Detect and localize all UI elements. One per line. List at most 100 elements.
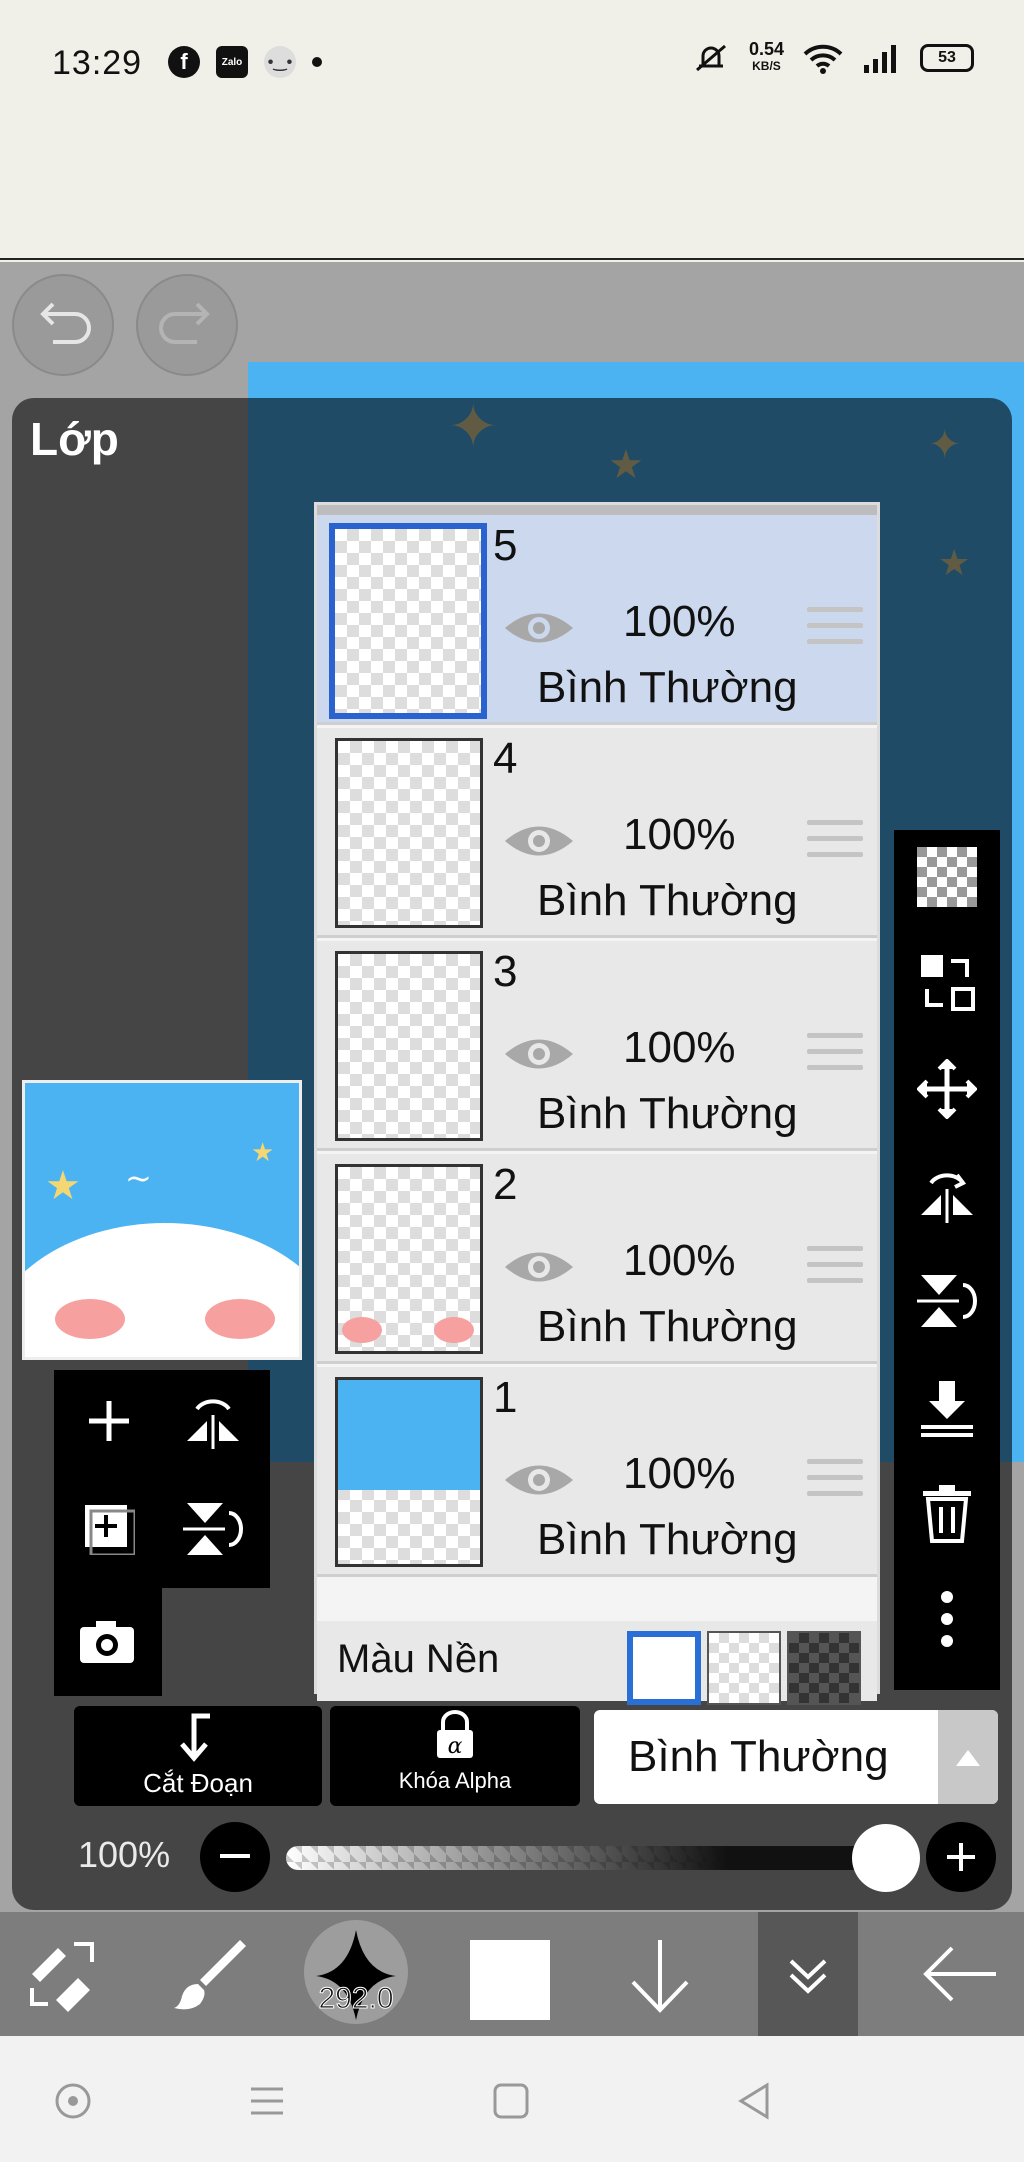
layer-opacity: 100% xyxy=(623,1449,736,1498)
drag-handle-icon[interactable] xyxy=(807,1033,863,1081)
layer-row-4[interactable]: 4 100% Bình Thường xyxy=(317,728,877,938)
screen: 13:29 f Zalo •‿• 0.54KB/S 53 ✦ ★ ✦ ★ xyxy=(0,0,1024,2162)
visibility-eye-icon[interactable] xyxy=(503,1033,575,1075)
status-bar: 13:29 f Zalo •‿• 0.54 KB/S 53 xyxy=(0,0,1024,260)
more-options-button[interactable] xyxy=(914,1586,980,1652)
canvas-preview[interactable]: ★ ★ ~ xyxy=(22,1080,302,1360)
layer-opacity: 100% xyxy=(623,810,736,859)
camera-button[interactable] xyxy=(72,1606,142,1676)
layer-down-button[interactable] xyxy=(610,1924,710,2024)
layer-number: 4 xyxy=(493,734,518,783)
clipping-arrow-icon xyxy=(180,1713,210,1762)
flip-horizontal-icon xyxy=(921,1173,973,1223)
nav-assistant-button[interactable] xyxy=(48,2076,98,2126)
blend-mode-value: Bình Thường xyxy=(628,1732,889,1781)
merge-down-button[interactable] xyxy=(914,1374,980,1440)
visibility-eye-icon[interactable] xyxy=(503,607,575,649)
plus-icon xyxy=(947,1843,975,1871)
layer-row-2[interactable]: 2 100% Bình Thường xyxy=(317,1154,877,1364)
blend-mode-select[interactable]: Bình Thường xyxy=(594,1710,998,1804)
flip-horizontal-icon xyxy=(187,1399,239,1449)
layer-opacity: 100% xyxy=(623,1023,736,1072)
add-special-layer-button[interactable] xyxy=(74,1494,144,1564)
flip-horizontal-button[interactable] xyxy=(914,1162,980,1228)
menu-lines-icon xyxy=(251,2087,283,2115)
flip-canvas-vertical-button[interactable] xyxy=(178,1494,248,1564)
visibility-eye-icon[interactable] xyxy=(503,1246,575,1288)
layer-row-5[interactable]: 5 100% Bình Thường xyxy=(317,515,877,725)
layer-number: 5 xyxy=(493,521,518,570)
layers-panel-toggle-button[interactable] xyxy=(758,1912,858,2036)
visibility-eye-icon[interactable] xyxy=(503,1459,575,1501)
layer-thumbnail xyxy=(335,738,483,928)
opacity-slider-track[interactable] xyxy=(286,1846,916,1870)
drag-handle-icon[interactable] xyxy=(807,820,863,868)
layer-row-1[interactable]: 1 100% Bình Thường xyxy=(317,1367,877,1577)
opacity-value: 100% xyxy=(78,1834,171,1875)
back-button[interactable] xyxy=(910,1924,1010,2024)
drag-handle-icon[interactable] xyxy=(807,607,863,655)
pen-eraser-toggle-button[interactable] xyxy=(12,1924,112,2024)
delete-layer-button[interactable] xyxy=(914,1480,980,1546)
redo-button[interactable] xyxy=(136,274,238,376)
minus-icon xyxy=(220,1854,250,1858)
drag-handle-icon[interactable] xyxy=(807,1459,863,1507)
flip-vertical-button[interactable] xyxy=(914,1268,980,1334)
layer-number: 3 xyxy=(493,947,518,996)
trash-icon xyxy=(923,1485,971,1543)
flip-canvas-horizontal-button[interactable] xyxy=(178,1386,248,1456)
layer-row-3[interactable]: 3 100% Bình Thường xyxy=(317,941,877,1151)
panel-title: Lớp xyxy=(30,413,119,465)
background-white-swatch[interactable] xyxy=(627,1631,701,1705)
notification-icons: f Zalo •‿• xyxy=(168,46,322,78)
move-button[interactable] xyxy=(914,1056,980,1122)
circle-dot-icon xyxy=(55,2083,91,2119)
add-layer-button[interactable] xyxy=(74,1386,144,1456)
zalo-icon: Zalo xyxy=(216,46,248,78)
layer-list-top xyxy=(317,505,877,515)
brush-size-button[interactable]: 292.0 xyxy=(304,1920,408,2024)
arrow-down-icon xyxy=(631,1940,689,2013)
opacity-slider-row: 100% xyxy=(0,1822,1024,1902)
flip-vertical-icon xyxy=(917,1275,977,1327)
nav-back-button[interactable] xyxy=(730,2076,780,2126)
double-chevron-down-icon xyxy=(789,1959,827,1994)
undo-icon xyxy=(40,302,91,344)
mute-bell-icon xyxy=(695,44,726,72)
swap-layer-button[interactable] xyxy=(914,950,980,1016)
alpha-lock-button[interactable]: α Khóa Alpha xyxy=(330,1706,580,1806)
messenger-icon: •‿• xyxy=(264,46,296,78)
clipping-button[interactable]: Cắt Đoạn xyxy=(74,1706,322,1806)
background-color-row: Màu Nền xyxy=(317,1621,877,1705)
checker-icon xyxy=(917,847,977,907)
layer-list[interactable]: 5 100% Bình Thường 4 100% Bình Thường 3 … xyxy=(314,502,880,1705)
move-arrows-icon xyxy=(917,1059,977,1119)
undo-button[interactable] xyxy=(12,274,114,376)
drag-handle-icon[interactable] xyxy=(807,1246,863,1294)
pen-eraser-swap-icon xyxy=(30,1942,94,2012)
nav-home-button[interactable] xyxy=(486,2076,536,2126)
camera-tool xyxy=(54,1586,162,1696)
layer-opacity: 100% xyxy=(623,597,736,646)
brush-size-value: 292.0 xyxy=(318,1982,394,2016)
nav-recents-button[interactable] xyxy=(242,2076,292,2126)
background-transparent-swatch[interactable] xyxy=(707,1631,781,1705)
layer-number: 2 xyxy=(493,1160,518,1209)
brush-tool-button[interactable] xyxy=(160,1924,260,2024)
layer-blend-mode: Bình Thường xyxy=(537,1302,798,1351)
opacity-slider-knob[interactable] xyxy=(852,1824,920,1892)
battery-icon: 53 xyxy=(920,44,974,72)
layer-thumbnail xyxy=(335,1377,483,1567)
layer-tools-strip xyxy=(894,830,1000,1690)
background-dark-checker-swatch[interactable] xyxy=(787,1631,861,1705)
visibility-eye-icon[interactable] xyxy=(503,820,575,862)
network-speed: 0.54 KB/S xyxy=(748,39,784,73)
camera-icon xyxy=(80,1621,134,1663)
dropdown-arrow-icon[interactable] xyxy=(938,1710,998,1804)
opacity-increase-button[interactable] xyxy=(926,1822,996,1892)
transparency-checker-button[interactable] xyxy=(914,844,980,910)
square-icon xyxy=(493,2083,529,2119)
opacity-decrease-button[interactable] xyxy=(200,1822,270,1892)
color-swatch-button[interactable] xyxy=(470,1940,550,2020)
background-color-label: Màu Nền xyxy=(337,1637,500,1681)
